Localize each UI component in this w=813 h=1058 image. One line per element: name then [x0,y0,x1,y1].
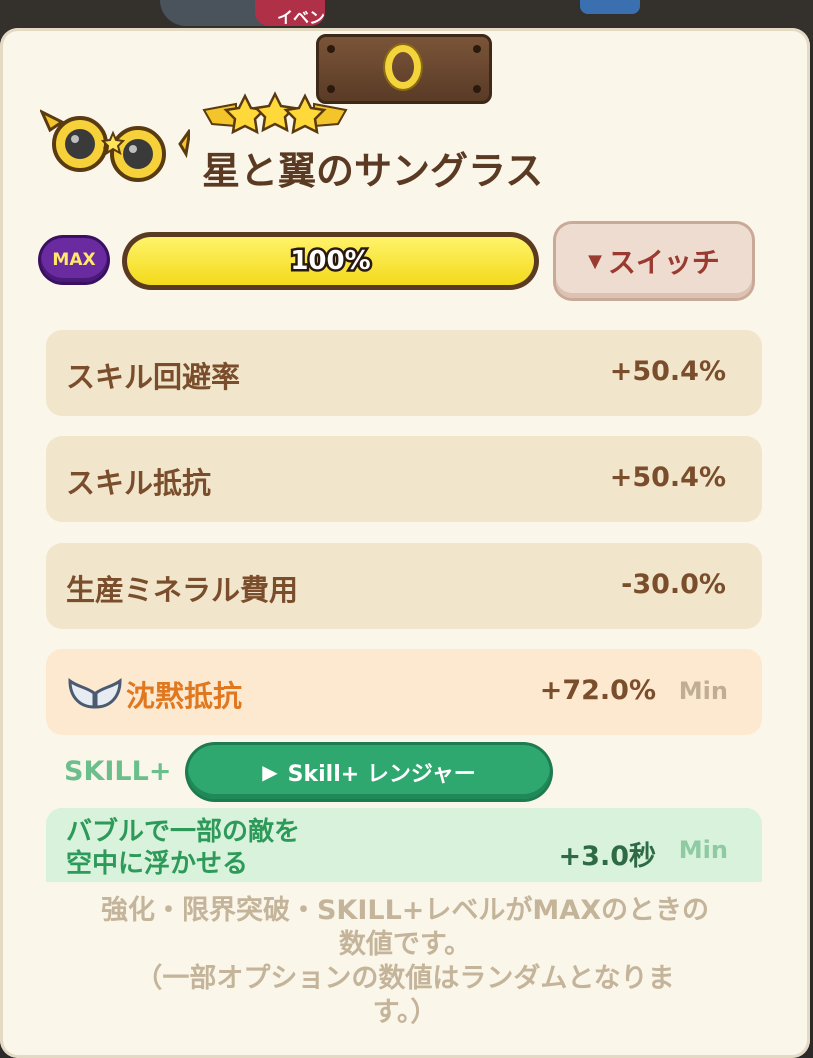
triangle-down-icon: ▼ [588,250,602,272]
min-label: Min [678,677,728,705]
special-stat-row: 沈黙抵抗 +72.0% Min [46,649,762,735]
stat-label: スキル回避率 [66,360,241,394]
skill-section-label: SKILL+ [64,756,172,787]
footnote-line: 数値です。 [338,929,472,960]
skill-ranger-button[interactable]: ▶ Skill+ レンジャー [188,745,550,799]
footnote-line: す。） [372,997,438,1028]
stat-row: スキル抵抗 +50.4% [46,436,762,522]
progress-fill: 100% [127,237,534,285]
stat-row: 生産ミネラル費用 -30.0% [46,543,762,629]
skill-description: バブルで一部の敵を 空中に浮かせる [66,816,486,880]
skill-button-label: Skill+ レンジャー [287,762,476,787]
ring-icon [385,45,421,89]
skill-value: +3.0秒 [558,841,656,872]
stat-label: 生産ミネラル費用 [66,573,299,607]
bolt-icon [473,45,481,53]
play-icon: ▶ [262,760,278,784]
skill-effect-row: バブルで一部の敵を 空中に浮かせる +3.0秒 Min [46,808,762,882]
bolt-icon [327,45,335,53]
stat-row: スキル回避率 +50.4% [46,330,762,416]
stat-value: +50.4% [609,462,726,493]
stat-value: +72.0% [539,675,656,706]
stat-label: 沈黙抵抗 [126,679,243,713]
min-label: Min [678,836,728,864]
stat-label: スキル抵抗 [66,466,212,500]
skill-description-line: 空中に浮かせる [66,849,249,879]
footnote: 強化・限界突破・SKILL+レベルがMAXのときの 数値です。 （一部オプション… [30,894,780,1030]
item-header: 星と翼のサングラス [40,90,640,200]
sunglasses-icon [40,109,190,182]
progress-bar: 100% [122,232,539,290]
skill-description-line: バブルで一部の敵を [66,817,301,847]
event-tab: イベン [255,0,326,27]
item-name: 星と翼のサングラス [202,149,544,193]
event-tab-label: イベン [277,8,326,27]
background-decoration [580,0,640,14]
stat-value: +50.4% [609,356,726,387]
star-rating [202,91,348,135]
footnote-line: 強化・限界突破・SKILL+レベルがMAXのときの [100,895,710,926]
switch-button-label: スイッチ [607,246,720,279]
switch-button[interactable]: ▼ スイッチ [556,224,752,298]
progress-label: 100% [288,244,373,279]
stat-value: -30.0% [621,569,726,600]
level-max-badge: MAX [41,238,107,282]
wing-icon [68,678,122,709]
footnote-line: （一部オプションの数値はランダムとなりま [135,963,675,994]
